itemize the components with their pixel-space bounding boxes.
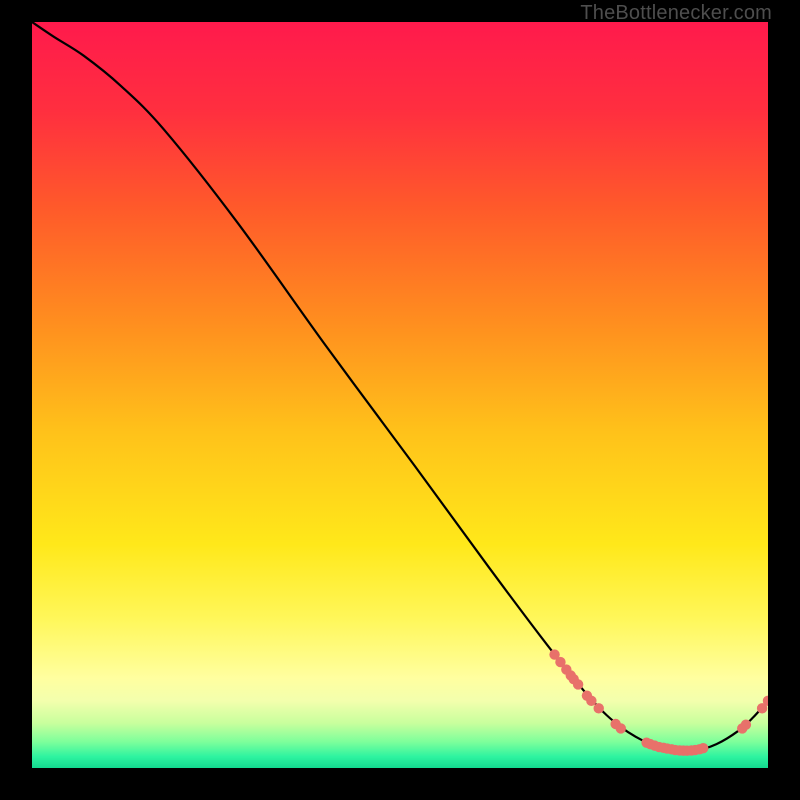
watermark-text: TheBottlenecker.com: [580, 2, 772, 25]
data-point: [586, 696, 596, 706]
data-point: [594, 703, 604, 713]
stage: TheBottlenecker.com: [0, 0, 800, 800]
data-point: [698, 743, 708, 753]
gradient-background: [32, 22, 768, 768]
chart-area: [32, 22, 768, 768]
chart-svg: [32, 22, 768, 768]
data-point: [573, 679, 583, 689]
data-point: [741, 720, 751, 730]
data-point: [616, 723, 626, 733]
